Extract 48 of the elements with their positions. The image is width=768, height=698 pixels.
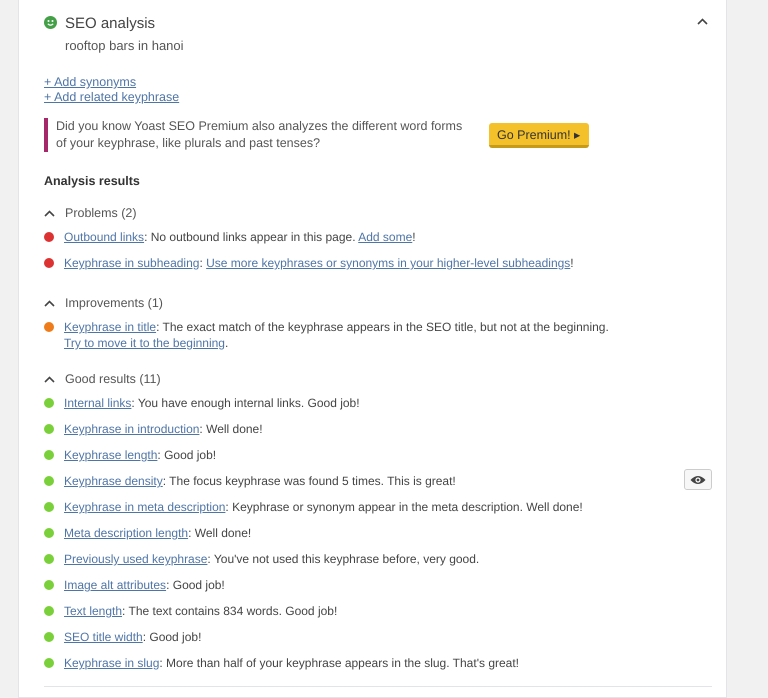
result-link[interactable]: Add some xyxy=(358,230,412,244)
smiley-icon xyxy=(44,16,57,29)
result-text: Meta description length: Well done! xyxy=(64,525,252,541)
eye-icon xyxy=(690,474,706,484)
result-link[interactable]: Try to move it to the beginning xyxy=(64,336,225,350)
focus-keyphrase: rooftop bars in hanoi xyxy=(65,38,185,53)
result-text: Keyphrase length: Good job! xyxy=(64,447,218,463)
result-link[interactable]: Keyphrase length xyxy=(64,448,158,462)
result-text: Text length: The text contains 834 words. Good job! xyxy=(64,603,338,619)
result-link[interactable]: Keyphrase in introduction xyxy=(64,422,200,436)
results-group-toggle[interactable]: Improvements (1) xyxy=(44,296,163,310)
result-text: Keyphrase density: The focus keyphrase was found 5 times. This is great! xyxy=(64,473,457,489)
result-link[interactable]: Previously used keyphrase xyxy=(64,552,208,566)
result-text: Image alt attributes: Good job! xyxy=(64,577,226,593)
highlight-button[interactable] xyxy=(684,469,712,490)
result-link[interactable]: Image alt attributes xyxy=(64,578,166,592)
result-text: Internal links: You have enough internal links. Good job! xyxy=(64,395,361,411)
result-text: Keyphrase in title: The exact match of the keyphrase appears in the SEO title, but not at the beginning. Try to move it to the beginning. xyxy=(64,319,610,351)
result-link[interactable]: Text length xyxy=(64,604,122,618)
caret-icon xyxy=(44,376,55,382)
results-heading: Analysis results xyxy=(44,174,141,188)
result-link[interactable]: Keyphrase in meta description xyxy=(64,500,226,514)
add-link[interactable]: + Add related keyphrase xyxy=(44,90,180,104)
result-text: Previously used keyphrase: You've not used this keyphrase before, very good. xyxy=(64,551,480,567)
caret-icon xyxy=(44,210,55,216)
result-link[interactable]: Keyphrase in subheading xyxy=(64,256,200,270)
premium-notice: Did you know Yoast SEO Premium also analyzes the different word forms of your keyphrase, like plurals and past tenses? xyxy=(56,118,464,152)
caret-icon xyxy=(697,18,708,25)
section-title: SEO analysis xyxy=(65,14,156,34)
result-link[interactable]: SEO title width xyxy=(64,630,143,644)
caret-icon xyxy=(44,300,55,306)
result-link[interactable]: Internal links xyxy=(64,396,132,410)
result-link[interactable]: Keyphrase in slug xyxy=(64,656,160,670)
result-link[interactable]: Keyphrase density xyxy=(64,474,163,488)
result-link[interactable]: Outbound links xyxy=(64,230,144,244)
result-text: Keyphrase in meta description: Keyphrase or synonym appear in the meta description. Well done! xyxy=(64,499,584,515)
result-text: Keyphrase in subheading: Use more keyphrases or synonyms in your higher-level subheadings! xyxy=(64,255,575,271)
result-text: Keyphrase in slug: More than half of your keyphrase appears in the slug. That's great! xyxy=(64,655,520,671)
result-link[interactable]: Meta description length xyxy=(64,526,188,540)
result-text: SEO title width: Good job! xyxy=(64,629,202,645)
result-link[interactable]: Keyphrase in title xyxy=(64,320,156,334)
add-link[interactable]: + Add synonyms xyxy=(44,75,136,89)
result-text: Outbound links: No outbound links appear in this page. Add some! xyxy=(64,229,417,245)
result-link[interactable]: Use more keyphrases or synonyms in your higher-level subheadings xyxy=(206,256,570,270)
result-text: Keyphrase in introduction: Well done! xyxy=(64,421,264,437)
results-group-toggle[interactable]: Good results (11) xyxy=(44,372,161,386)
results-group-toggle[interactable]: Problems (2) xyxy=(44,206,137,220)
go-premium-button[interactable]: Go Premium! ▸ xyxy=(489,122,590,148)
